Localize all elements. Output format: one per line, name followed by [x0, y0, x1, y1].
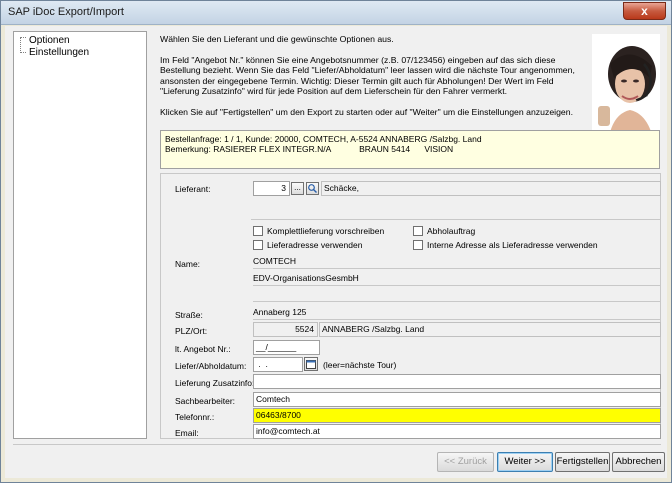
lieferant-search-button[interactable] [306, 182, 319, 195]
datum-hint: (leer=nächste Tour) [323, 360, 397, 370]
abholauftrag-label: Abholauftrag [427, 226, 476, 236]
calendar-button[interactable] [304, 357, 318, 371]
email-input[interactable]: info@comtech.at [253, 424, 661, 439]
strasse-field[interactable]: Annaberg 125 [253, 306, 661, 320]
datum-label: Liefer/Abholdatum: [175, 361, 247, 371]
telefon-input[interactable]: 06463/8700 [253, 408, 661, 423]
name-line-1-field[interactable]: COMTECH [253, 255, 661, 269]
datum-input[interactable]: . . [253, 357, 303, 372]
description-p2: Im Feld "Angebot Nr." können Sie eine An… [160, 54, 575, 97]
close-button[interactable]: x [623, 2, 666, 20]
app-window: SAP iDoc Export/Import x Optionen Einste… [0, 0, 672, 483]
next-button[interactable]: Weiter >> [497, 452, 553, 472]
back-button[interactable]: << Zurück [437, 452, 494, 472]
name-line-2-field[interactable]: EDV-OrganisationsGesmbH [253, 272, 661, 286]
title-bar: SAP iDoc Export/Import x [1, 1, 671, 25]
angebot-input[interactable]: __/______ [253, 340, 320, 355]
description-p1: Wählen Sie den Lieferant und die gewünsc… [160, 34, 394, 44]
footer-separator [13, 444, 661, 445]
tree-line [20, 38, 26, 53]
email-label: Email: [175, 428, 199, 438]
search-icon [308, 184, 317, 193]
nav-item-einstellungen[interactable]: Einstellungen [29, 47, 89, 58]
ort-field[interactable]: ANNABERG /Salzbg. Land [319, 322, 661, 337]
sachbearbeiter-label: Sachbearbeiter: [175, 396, 236, 406]
info-box: Bestellanfrage: 1 / 1, Kunde: 20000, COM… [160, 130, 660, 169]
lieferadresse-label: Lieferadresse verwenden [267, 240, 363, 250]
info-line-1: Bestellanfrage: 1 / 1, Kunde: 20000, COM… [165, 134, 482, 144]
client-area: Optionen Einstellungen Wählen Sie den Li… [5, 26, 667, 478]
info-line-2: Bemerkung: RASIERER FLEX INTEGR.N/A BRAU… [165, 144, 454, 154]
lieferant-label: Lieferant: [175, 184, 211, 194]
sachbearbeiter-input[interactable]: Comtech [253, 392, 661, 407]
abholauftrag-checkbox[interactable] [413, 226, 423, 236]
komplettlieferung-checkbox[interactable] [253, 226, 263, 236]
calendar-icon [306, 360, 316, 369]
interne-adresse-checkbox[interactable] [413, 240, 423, 250]
interne-adresse-label: Interne Adresse als Lieferadresse verwen… [427, 240, 598, 250]
lieferant-name-display: Schäcke, [321, 181, 661, 196]
telefon-label: Telefonnr.: [175, 412, 215, 422]
zusatzinfo-input[interactable] [253, 374, 661, 389]
zusatzinfo-label: Lieferung Zusatzinfo: [175, 378, 255, 388]
description-p3: Klicken Sie auf "Fertigstellen" um den E… [160, 106, 573, 117]
lieferadresse-checkbox[interactable] [253, 240, 263, 250]
strasse-label: Straße: [175, 310, 203, 320]
description-text: Wählen Sie den Lieferant und die gewünsc… [160, 34, 590, 144]
lieferant-number-field[interactable]: 3 [253, 181, 290, 196]
plz-field[interactable]: 5524 [253, 322, 318, 337]
finish-button[interactable]: Fertigstellen [555, 452, 610, 472]
nav-item-optionen[interactable]: Optionen [29, 35, 70, 46]
angebot-label: lt. Angebot Nr.: [175, 344, 231, 354]
cancel-button[interactable]: Abbrechen [612, 452, 665, 472]
komplettlieferung-label: Komplettlieferung vorschreiben [267, 226, 385, 236]
plz-ort-label: PLZ/Ort: [175, 326, 208, 336]
name-label: Name: [175, 259, 201, 269]
name-line-3-field[interactable] [253, 288, 661, 302]
order-form: Lieferant: 3 ... Schäcke, Komplettliefer… [160, 173, 661, 439]
lieferant-browse-button[interactable]: ... [291, 182, 304, 195]
separator [251, 219, 661, 220]
window-title: SAP iDoc Export/Import [8, 6, 124, 18]
nav-tree: Optionen Einstellungen [13, 31, 147, 439]
